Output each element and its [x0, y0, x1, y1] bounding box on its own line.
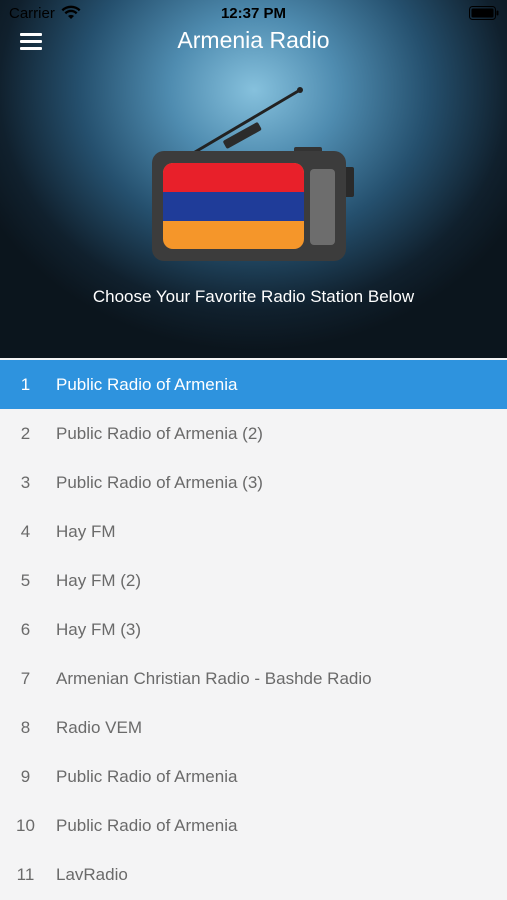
- page-title: Armenia Radio: [177, 27, 330, 53]
- clock: 12:37 PM: [220, 5, 287, 22]
- station-row[interactable]: 11 LavRadio: [0, 850, 507, 899]
- status-bar: Carrier 12:37 PM: [0, 0, 507, 28]
- station-row[interactable]: 5 Hay FM (2): [0, 556, 507, 605]
- station-row[interactable]: 3 Public Radio of Armenia (3): [0, 458, 507, 507]
- station-name: Hay FM (3): [56, 620, 141, 639]
- station-name: Hay FM: [56, 522, 116, 541]
- station-number: 6: [20, 620, 31, 639]
- station-row[interactable]: 6 Hay FM (3): [0, 605, 507, 654]
- station-number: 8: [20, 718, 31, 737]
- station-number: 10: [16, 816, 35, 835]
- station-list: 1 Public Radio of Armenia 2 Public Radio of…: [0, 360, 507, 899]
- station-number: 7: [20, 669, 31, 688]
- station-name: Public Radio of Armenia (2): [56, 424, 263, 443]
- station-name: Public Radio of Armenia: [56, 375, 238, 394]
- station-row[interactable]: 4 Hay FM: [0, 507, 507, 556]
- station-row[interactable]: 1 Public Radio of Armenia: [0, 360, 507, 409]
- station-number: 2: [20, 424, 31, 443]
- header: Carrier 12:37 PM Armenia Radio Choose Yo…: [0, 0, 507, 358]
- station-number: 9: [20, 767, 31, 786]
- station-name: LavRadio: [56, 865, 128, 884]
- radio-icon: [152, 87, 354, 261]
- station-row[interactable]: 9 Public Radio of Armenia: [0, 752, 507, 801]
- station-row[interactable]: 7 Armenian Christian Radio - Bashde Radio: [0, 654, 507, 703]
- station-name: Public Radio of Armenia (3): [56, 473, 263, 492]
- station-name: Armenian Christian Radio - Bashde Radio: [56, 669, 372, 688]
- battery-icon: [469, 6, 499, 20]
- station-number: 3: [20, 473, 31, 492]
- station-number: 5: [20, 571, 31, 590]
- station-name: Public Radio of Armenia: [56, 816, 238, 835]
- station-number: 1: [20, 375, 31, 394]
- station-name: Public Radio of Armenia: [56, 767, 238, 786]
- station-number: 4: [20, 522, 31, 541]
- station-row[interactable]: 10 Public Radio of Armenia: [0, 801, 507, 850]
- station-row[interactable]: 2 Public Radio of Armenia (2): [0, 409, 507, 458]
- header-subtitle: Choose Your Favorite Radio Station Below: [92, 287, 415, 306]
- station-name: Hay FM (2): [56, 571, 141, 590]
- station-row[interactable]: 8 Radio VEM: [0, 703, 507, 752]
- station-number: 11: [16, 865, 35, 884]
- station-name: Radio VEM: [56, 718, 142, 737]
